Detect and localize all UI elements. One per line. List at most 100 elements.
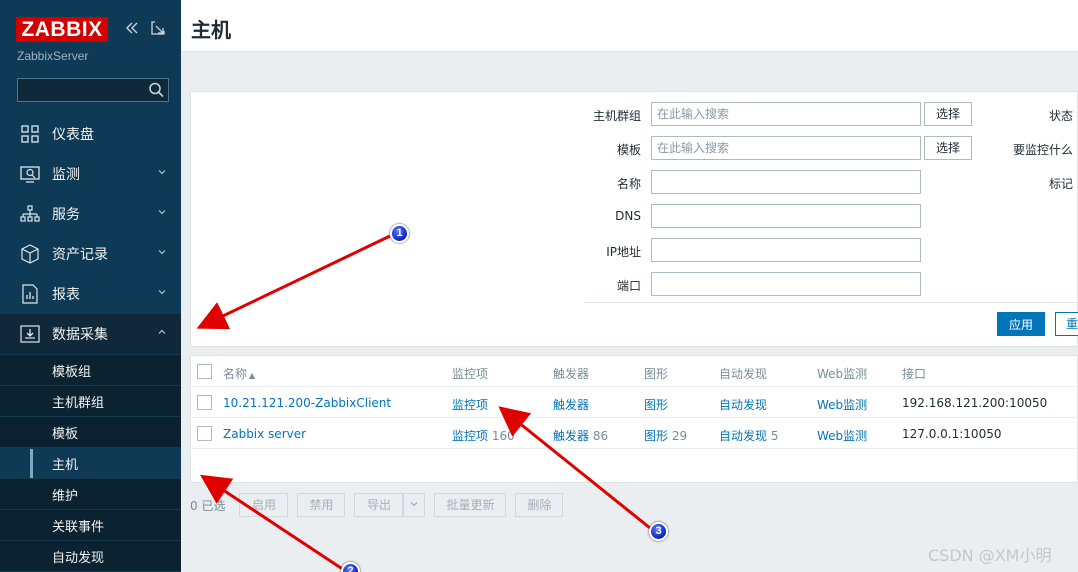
submenu-item-hosts[interactable]: 主机 — [0, 447, 181, 478]
chevron-down-icon[interactable] — [403, 493, 426, 517]
menu-item-services[interactable]: 服务 — [0, 194, 181, 234]
row-checkbox[interactable] — [197, 426, 212, 441]
services-icon — [20, 204, 40, 224]
monitored-by-label: 要监控什么 — [1012, 143, 1073, 157]
submenu-item-maintenance[interactable]: 维护 — [0, 478, 181, 509]
host-groups-select-button[interactable]: 选择 — [924, 102, 972, 126]
host-name-link[interactable]: Zabbix server — [223, 427, 306, 441]
column-header-triggers: 触发器 — [553, 367, 590, 381]
double-chevron-left-icon[interactable] — [124, 20, 140, 36]
data-collection-icon — [20, 324, 40, 344]
dns-label: DNS — [615, 209, 641, 223]
column-header-name[interactable]: 名称 ▲ — [223, 365, 255, 382]
submenu-item-template-groups[interactable]: 模板组 — [0, 354, 181, 385]
main-menu: 仪表盘 监测 服务 资产记录 报表 数据采集 模板组 主机群组 模板 主机 维护… — [0, 114, 181, 571]
templates-select-button[interactable]: 选择 — [924, 136, 972, 160]
host-name-link[interactable]: 10.21.121.200-ZabbixClient — [223, 396, 391, 410]
submenu-item-discovery[interactable]: 自动发现 — [0, 540, 181, 571]
ip-input[interactable] — [651, 238, 921, 262]
select-all-checkbox[interactable] — [197, 364, 212, 379]
triggers-link[interactable]: 触发器 86 — [553, 427, 608, 444]
expand-icon[interactable] — [150, 20, 166, 36]
page-title: 主机 — [191, 18, 231, 42]
arrow-to-hosts-item — [199, 474, 345, 572]
chevron-down-icon — [157, 287, 167, 297]
port-input[interactable] — [651, 272, 921, 296]
graphs-link[interactable]: 图形 29 — [644, 427, 687, 444]
reset-button[interactable]: 重 — [1055, 312, 1078, 336]
name-input[interactable] — [651, 170, 921, 194]
sidebar: ZABBIX ZabbixServer 仪表盘 监测 服务 资产记录 报表 数据… — [0, 0, 181, 572]
chevron-up-icon — [157, 327, 167, 337]
apply-button[interactable]: 应用 — [997, 312, 1045, 336]
templates-input[interactable] — [651, 136, 921, 160]
delete-button[interactable]: 删除 — [515, 493, 564, 517]
watermark: CSDN @XM小明 — [928, 546, 1052, 565]
items-link[interactable]: 监控项 — [452, 396, 488, 413]
menu-item-label: 仪表盘 — [52, 127, 94, 143]
templates-label: 模板 — [616, 143, 641, 157]
mass-actions-bar: 0 已选 启用 禁用 导出 批量更新 删除 — [190, 493, 572, 517]
column-header-items: 监控项 — [452, 367, 489, 381]
page-header: 主机 — [181, 0, 1078, 52]
web-link[interactable]: Web监测 — [817, 396, 867, 413]
zabbix-hosts-page: ZABBIX ZabbixServer 仪表盘 监测 服务 资产记录 报表 数据… — [0, 0, 1078, 572]
web-link[interactable]: Web监测 — [817, 427, 867, 444]
enable-button[interactable]: 启用 — [239, 493, 289, 517]
host-groups-input[interactable] — [651, 102, 921, 126]
menu-item-monitoring[interactable]: 监测 — [0, 154, 181, 194]
server-name: ZabbixServer — [17, 49, 89, 63]
discovery-link[interactable]: 自动发现 5 — [719, 427, 778, 444]
sidebar-search-input[interactable] — [17, 78, 169, 102]
inventory-icon — [20, 244, 40, 264]
submenu-data-collection: 模板组 主机群组 模板 主机 维护 关联事件 自动发现 — [0, 354, 181, 571]
sort-asc-icon: ▲ — [249, 371, 256, 380]
monitoring-icon — [20, 164, 40, 184]
port-label: 端口 — [616, 279, 641, 293]
interface-value: 127.0.0.1:10050 — [902, 427, 1002, 441]
triggers-link[interactable]: 触发器 — [553, 396, 589, 413]
annotation-marker: 3 — [649, 522, 668, 541]
table-row: 10.21.121.200-ZabbixClient 监控项 触发器 图形 自动… — [191, 387, 1078, 418]
menu-item-label: 服务 — [52, 207, 80, 223]
tags-label: 标记 — [1048, 177, 1073, 191]
menu-item-label: 数据采集 — [52, 327, 108, 343]
sidebar-controls — [124, 20, 166, 36]
mass-update-button[interactable]: 批量更新 — [434, 493, 507, 517]
row-checkbox[interactable] — [197, 395, 212, 410]
graphs-link[interactable]: 图形 — [644, 396, 668, 413]
menu-item-label: 报表 — [52, 287, 80, 303]
submenu-item-templates[interactable]: 模板 — [0, 416, 181, 447]
dns-input[interactable] — [651, 204, 921, 228]
status-label: 状态 — [1048, 109, 1073, 123]
host-groups-label: 主机群组 — [592, 109, 641, 123]
hosts-table: 名称 ▲ 监控项 触发器 图形 自动发现 Web监测 接口 10.21.121.2… — [190, 355, 1078, 483]
annotation-marker: 2 — [341, 562, 360, 572]
menu-item-reports[interactable]: 报表 — [0, 274, 181, 314]
chevron-down-icon — [157, 247, 167, 257]
items-link[interactable]: 监控项 160 — [452, 427, 515, 444]
column-header-interface: 接口 — [902, 367, 927, 381]
menu-item-data-collection[interactable]: 数据采集 — [0, 314, 181, 354]
menu-item-inventory[interactable]: 资产记录 — [0, 234, 181, 274]
search-icon[interactable] — [148, 81, 164, 99]
export-button-group: 导出 — [354, 493, 426, 517]
filter-panel: 主机群组 选择 状态 模板 选择 要监控什么 名称 标记 DNS IP地址 端口… — [190, 91, 1078, 347]
export-button[interactable]: 导出 — [354, 493, 404, 517]
dashboard-icon — [20, 124, 40, 144]
submenu-item-event-correlation[interactable]: 关联事件 — [0, 509, 181, 540]
reports-icon — [20, 284, 40, 304]
name-label: 名称 — [616, 177, 641, 191]
disable-button[interactable]: 禁用 — [297, 493, 346, 517]
column-header-discovery: 自动发现 — [719, 367, 768, 381]
menu-item-dashboard[interactable]: 仪表盘 — [0, 114, 181, 154]
column-header-graphs: 图形 — [644, 367, 669, 381]
submenu-item-host-groups[interactable]: 主机群组 — [0, 385, 181, 416]
discovery-link[interactable]: 自动发现 — [719, 396, 767, 413]
filter-divider — [584, 302, 1078, 303]
annotation-marker: 1 — [390, 224, 409, 243]
table-row: Zabbix server 监控项 160 触发器 86 图形 29 自动发现 … — [191, 418, 1078, 449]
zabbix-logo[interactable]: ZABBIX — [16, 17, 108, 42]
menu-item-label: 资产记录 — [52, 247, 108, 263]
chevron-down-icon — [157, 207, 167, 217]
